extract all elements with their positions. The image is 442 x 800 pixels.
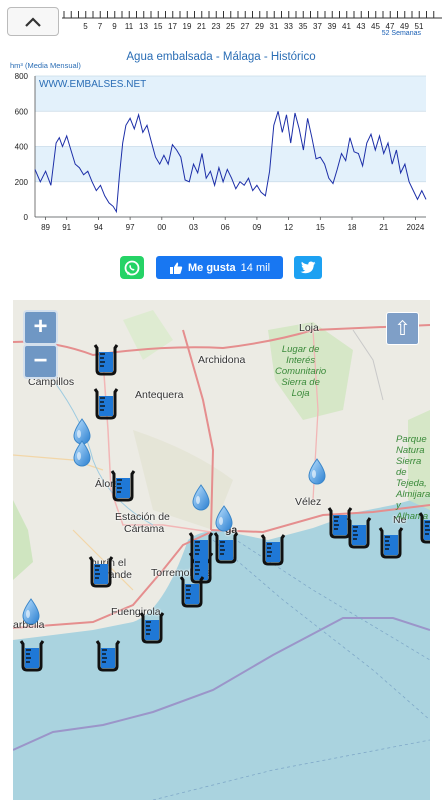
x-tick-label: 91 xyxy=(62,223,71,232)
thumbs-up-icon xyxy=(169,262,183,274)
y-tick-label: 0 xyxy=(24,213,29,222)
reservoir-marker-icon[interactable] xyxy=(418,510,430,549)
ruler-week-label: 15 xyxy=(154,22,163,31)
x-tick-label: 97 xyxy=(126,223,135,232)
water-drop-icon[interactable] xyxy=(306,458,328,491)
reservoir-marker-icon[interactable] xyxy=(19,638,45,677)
x-tick-label: 89 xyxy=(41,223,50,232)
ruler-week-label: 9 xyxy=(112,22,117,31)
place-velez: Vélez xyxy=(295,496,322,508)
x-tick-label: 21 xyxy=(379,223,388,232)
reservoir-marker-icon[interactable] xyxy=(93,342,119,381)
ruler-week-label: 25 xyxy=(226,22,235,31)
ruler-week-label: 7 xyxy=(98,22,103,31)
ruler-week-label: 17 xyxy=(168,22,177,31)
y-tick-label: 600 xyxy=(15,107,29,116)
y-tick-label: 200 xyxy=(15,178,29,187)
twitter-share-button[interactable] xyxy=(294,256,322,279)
ruler-week-label: 31 xyxy=(270,22,279,31)
y-axis-label: hm³ (Media Mensual) xyxy=(10,61,81,70)
place-cartama: Cártama xyxy=(124,523,165,535)
zoom-in-button[interactable]: + xyxy=(23,310,58,345)
reservoir-marker-icon[interactable] xyxy=(260,532,286,571)
place-archidona: Archidona xyxy=(198,354,246,366)
reservoir-map[interactable]: Loja Archidona Campillos Antequera Álora… xyxy=(13,300,430,800)
x-tick-label: 03 xyxy=(189,223,198,232)
reservoir-marker-icon[interactable] xyxy=(110,468,136,507)
collapse-button[interactable] xyxy=(7,7,59,36)
reservoir-marker-icon[interactable] xyxy=(88,554,114,593)
y-tick-label: 400 xyxy=(15,143,29,152)
ruler-week-label: 11 xyxy=(125,22,134,31)
place-antequera: Antequera xyxy=(135,389,184,401)
ruler-week-label: 23 xyxy=(212,22,221,31)
whatsapp-share-button[interactable] xyxy=(120,256,144,279)
social-bar: Me gusta 14 mil xyxy=(0,256,442,280)
x-tick-label: 2024 xyxy=(407,223,425,232)
scroll-top-button[interactable]: ⇧ xyxy=(386,312,419,345)
ruler-week-label: 41 xyxy=(342,22,351,31)
ruler-week-label: 35 xyxy=(299,22,308,31)
ruler-week-label: 21 xyxy=(197,22,206,31)
x-tick-label: 12 xyxy=(284,223,293,232)
park-tejeda-label: Parque Natura Sierra de Tejeda, Almijara y Al… xyxy=(396,434,430,522)
chart-watermark: WWW.EMBALSES.NET xyxy=(39,79,146,90)
x-tick-label: 06 xyxy=(221,223,230,232)
zoom-out-button[interactable]: − xyxy=(23,344,58,379)
place-loja: Loja xyxy=(299,322,319,334)
ruler-week-label: 13 xyxy=(139,22,148,31)
ruler-week-label: 39 xyxy=(328,22,337,31)
reservoir-marker-icon[interactable] xyxy=(93,386,119,425)
y-tick-label: 800 xyxy=(15,72,29,81)
ruler-week-label: 27 xyxy=(241,22,250,31)
ruler-week-label: 43 xyxy=(357,22,366,31)
reservoir-marker-icon[interactable] xyxy=(179,574,205,613)
ruler-week-label: 45 xyxy=(371,22,380,31)
like-label: Me gusta xyxy=(187,261,236,274)
chevron-up-icon xyxy=(25,16,41,27)
week-ruler-bar: 5 7 9 11 13 15 17 19 21 23 25 27 29 31 33 35 37 39 41 43 45 4… xyxy=(0,0,442,42)
reservoir-marker-icon[interactable] xyxy=(346,515,372,554)
facebook-like-button[interactable]: Me gusta 14 mil xyxy=(156,256,283,279)
water-drop-icon[interactable] xyxy=(71,440,93,473)
x-tick-label: 09 xyxy=(252,223,261,232)
water-drop-icon[interactable] xyxy=(213,505,235,538)
x-tick-label: 18 xyxy=(348,223,357,232)
reservoir-marker-icon[interactable] xyxy=(95,638,121,677)
x-tick-label: 94 xyxy=(94,223,103,232)
place-estacion: Estación de xyxy=(115,511,170,523)
weeks-caption: 52 Semanas xyxy=(381,30,421,37)
twitter-bird-icon xyxy=(300,261,316,273)
like-count: 14 mil xyxy=(240,261,271,274)
ruler-week-label: 29 xyxy=(255,22,264,31)
ruler-week-label: 37 xyxy=(313,22,322,31)
water-drop-icon[interactable] xyxy=(20,598,42,631)
reservoir-marker-icon[interactable] xyxy=(139,610,165,649)
water-drop-icon[interactable] xyxy=(190,484,212,517)
whatsapp-icon xyxy=(124,260,140,275)
park-loja-label: Lugar de Interés Comunitario Sierra de Loja xyxy=(275,344,327,399)
x-tick-label: 00 xyxy=(157,223,166,232)
x-tick-label: 15 xyxy=(316,223,325,232)
ruler-week-label: 33 xyxy=(284,22,293,31)
ruler-week-label: 5 xyxy=(83,22,88,31)
ruler-week-label: 19 xyxy=(183,22,192,31)
history-chart: hm³ (Media Mensual) 0 200 400 600 800 WWW.EMBA… xyxy=(10,61,427,232)
reservoir-marker-icon[interactable] xyxy=(378,525,404,564)
